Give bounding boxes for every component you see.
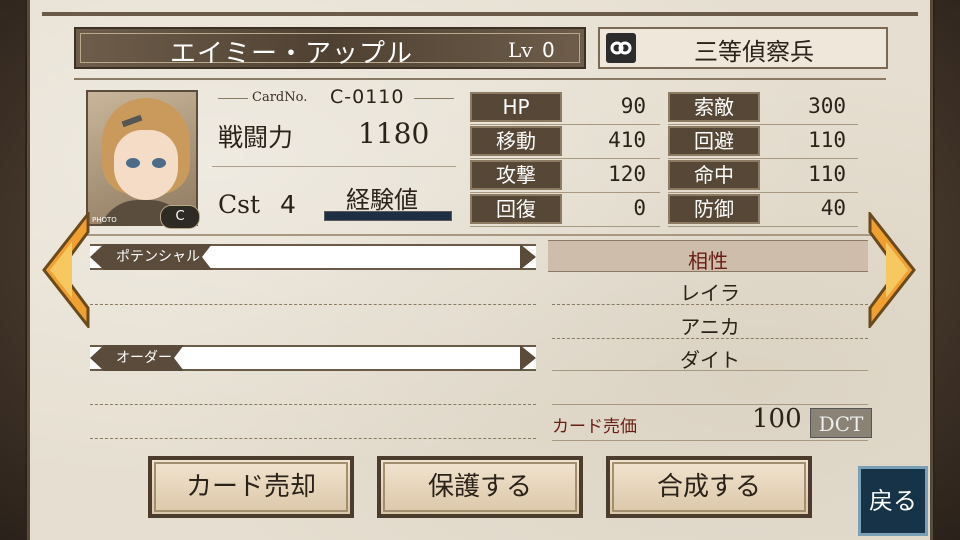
stat-value-attack: 120 [608, 162, 646, 186]
divider [86, 234, 886, 236]
arrow-right-icon[interactable] [868, 212, 922, 328]
affinity-rule [552, 370, 868, 371]
card-no-value: C-0110 [330, 86, 405, 108]
stat-rule [470, 226, 660, 227]
empty-row [90, 304, 536, 305]
sell-price-label: カード売価 [552, 417, 637, 437]
order-title: オーダー [90, 345, 184, 371]
power-label: 戦闘力 [218, 123, 294, 152]
back-button[interactable]: 戻る [858, 466, 928, 536]
stat-rule [668, 192, 858, 193]
currency-unit: DCT [810, 408, 872, 438]
cost-label: Cst [218, 190, 261, 219]
panel-top-rule [42, 12, 918, 16]
portrait-eye [126, 158, 140, 168]
affinity-item: ダイト [680, 348, 740, 372]
affinity-header: 相性 [548, 240, 868, 273]
power-rule [212, 166, 456, 167]
synthesize-button[interactable]: 合成する [606, 456, 812, 518]
portrait-face [114, 130, 178, 200]
potential-title: ポテンシャル [90, 244, 212, 270]
portrait-eye [152, 158, 166, 168]
stat-value-recovery: 0 [633, 196, 646, 220]
rank-insignia-icon [606, 33, 636, 63]
stat-label-attack: 攻撃 [470, 160, 562, 190]
stat-value-move: 410 [608, 128, 646, 152]
stat-label-search: 索敵 [668, 92, 760, 122]
affinity-title: 相性 [688, 249, 728, 273]
power-value: 1180 [358, 117, 430, 150]
price-rule [552, 440, 868, 441]
stat-label-recovery: 回復 [470, 194, 562, 224]
order-header: オーダー [90, 345, 536, 371]
sell-card-button[interactable]: カード売却 [148, 456, 354, 518]
stat-label-hp: HP [470, 92, 562, 122]
divider [74, 78, 886, 80]
stat-rule [470, 124, 660, 125]
card-no-rule [218, 98, 248, 99]
affinity-rule [552, 338, 868, 339]
empty-row [90, 438, 536, 439]
stat-rule [668, 158, 858, 159]
protect-button[interactable]: 保護する [377, 456, 583, 518]
cost-value: 4 [280, 190, 296, 219]
affinity-rule [552, 304, 868, 305]
empty-row [90, 404, 536, 405]
card-no-rule [414, 98, 454, 99]
stat-label-evade: 回避 [668, 126, 760, 156]
arrow-left-icon[interactable] [36, 212, 90, 328]
stat-rule [470, 192, 660, 193]
header-end-cap [520, 345, 536, 371]
stat-rule [470, 158, 660, 159]
exp-label: 経験値 [346, 186, 418, 214]
rank-text: 三等偵察兵 [694, 38, 814, 66]
stat-rule [668, 124, 858, 125]
stat-value-accuracy: 110 [808, 162, 846, 186]
card-no-label: CardNo. [252, 90, 308, 105]
class-badge: C [160, 205, 200, 229]
stat-rule [668, 226, 858, 227]
stat-label-accuracy: 命中 [668, 160, 760, 190]
sell-price-value: 100 [752, 404, 802, 434]
price-rule [552, 404, 868, 405]
photo-tag: PHOTO [92, 216, 117, 224]
stat-label-move: 移動 [470, 126, 562, 156]
level-value: 0 [542, 38, 555, 62]
affinity-item: アニカ [680, 315, 740, 339]
stat-value-evade: 110 [808, 128, 846, 152]
rank-plate: 三等偵察兵 [598, 27, 888, 69]
potential-header: ポテンシャル [90, 244, 536, 270]
stat-value-hp: 90 [620, 94, 646, 118]
name-plate: エイミー・アップル Lv 0 [74, 27, 586, 69]
exp-bar [324, 211, 452, 221]
affinity-item: レイラ [680, 281, 740, 305]
level-label: Lv [508, 38, 533, 62]
header-end-cap [520, 244, 536, 270]
stat-value-search: 300 [808, 94, 846, 118]
character-name: エイミー・アップル [170, 39, 414, 69]
stat-value-defense: 40 [820, 196, 846, 220]
stat-label-defense: 防御 [668, 194, 760, 224]
